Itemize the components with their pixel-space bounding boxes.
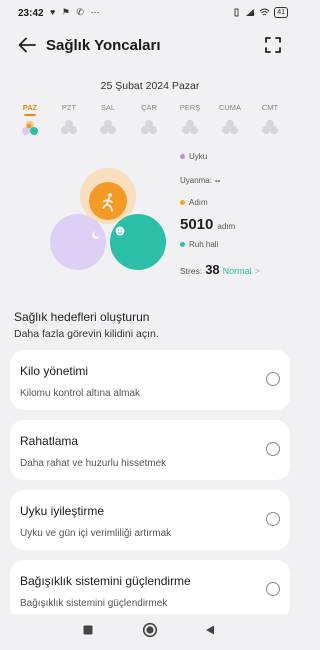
- goal-radio[interactable]: [266, 442, 280, 456]
- mood-petal: [110, 214, 166, 270]
- day-label: PAZ: [22, 103, 38, 112]
- day-thursday[interactable]: PERŞ: [172, 103, 208, 135]
- goal-desc: Uyku ve gün içi verimliliği artırmak: [20, 528, 172, 539]
- steps-count: 5010 adım: [180, 216, 235, 233]
- clover-mini-icon: [222, 120, 238, 134]
- system-nav-bar: [0, 614, 300, 650]
- health-clover-summary: Uyku Uyanma: -- Adım 5010 adım Ruh hali …: [0, 152, 300, 282]
- active-day-indicator: [24, 114, 36, 116]
- clover-mini-icon: [22, 121, 38, 135]
- goal-title: Bağışıklık sistemini güçlendirme: [20, 574, 191, 588]
- goal-title: Kilo yönetimi: [20, 364, 89, 378]
- goal-radio[interactable]: [266, 372, 280, 386]
- sleep-dot: [180, 154, 185, 159]
- app-bar: Sağlık Yoncaları: [0, 28, 300, 64]
- day-label: PERŞ: [179, 103, 201, 112]
- day-label: ÇAR: [141, 103, 157, 112]
- steps-value: 5010: [180, 216, 214, 233]
- steps-unit: adım: [217, 222, 236, 231]
- mood-legend: Ruh hali: [180, 240, 218, 249]
- goal-desc: Bağışıklık sistemini güçlendirmek: [20, 598, 168, 609]
- goals-subtitle: Daha fazla görevin kilidini açın.: [14, 328, 159, 340]
- steps-label: Adım: [189, 198, 208, 207]
- day-saturday[interactable]: CMT: [252, 103, 288, 135]
- vibrate-icon: [234, 8, 239, 17]
- goal-desc: Kilomu kontrol altına almak: [20, 388, 141, 399]
- smiley-icon: [115, 226, 125, 236]
- day-monday[interactable]: PZT: [51, 103, 87, 135]
- mood-label: Ruh hali: [189, 240, 219, 249]
- fullscreen-icon[interactable]: [262, 34, 284, 56]
- day-tuesday[interactable]: SAL: [90, 103, 126, 135]
- day-friday[interactable]: CUMA: [212, 103, 248, 135]
- status-bar: 23:42 ♥ ⚑ ✆ ⋯ 41: [0, 0, 300, 28]
- clover-mini-icon: [100, 120, 116, 134]
- clover-mini-icon: [61, 120, 77, 134]
- home-button[interactable]: [142, 622, 158, 638]
- mood-dot: [180, 242, 185, 247]
- day-sunday[interactable]: PAZ: [12, 103, 48, 136]
- goal-radio[interactable]: [266, 512, 280, 526]
- selected-date: 25 Şubat 2024 Pazar: [100, 80, 200, 92]
- system-icons: 41: [232, 7, 288, 18]
- wifi-icon: [259, 8, 270, 16]
- chevron-right-icon: >: [254, 266, 260, 276]
- goal-card-weight[interactable]: Kilo yönetimi Kilomu kontrol altına alma…: [10, 350, 290, 410]
- stress-row[interactable]: Stres: 38 Normal >: [180, 262, 260, 277]
- day-label: CMT: [261, 103, 279, 112]
- week-selector: PAZ PZT SAL ÇAR PERŞ CUMA CMT: [0, 103, 300, 145]
- goal-radio[interactable]: [266, 582, 280, 596]
- stress-value: 38: [205, 262, 220, 277]
- stress-status: Normal: [222, 266, 252, 276]
- clover-mini-icon: [182, 120, 198, 134]
- sleep-label: Uyku: [189, 152, 208, 161]
- goal-desc: Daha rahat ve huzurlu hissetmek: [20, 458, 167, 469]
- arrow-left-icon: [18, 37, 36, 53]
- back-nav-button[interactable]: [204, 624, 216, 636]
- signal-icon: [246, 9, 255, 16]
- steps-dot: [180, 200, 185, 205]
- day-label: CUMA: [218, 103, 242, 112]
- clover-mini-icon: [262, 120, 278, 134]
- page-title: Sağlık Yoncaları: [46, 37, 161, 54]
- stress-label: Stres:: [180, 266, 203, 276]
- wake-label: Uyanma:: [180, 176, 213, 185]
- notification-icons: ♥ ⚑ ✆ ⋯: [50, 7, 102, 17]
- battery-icon: 41: [274, 7, 288, 18]
- day-label: PZT: [61, 103, 77, 112]
- back-button[interactable]: [14, 32, 40, 58]
- goal-card-relax[interactable]: Rahatlama Daha rahat ve huzurlu hissetme…: [10, 420, 290, 480]
- steps-legend: Adım: [180, 198, 208, 207]
- day-wednesday[interactable]: ÇAR: [131, 103, 167, 135]
- recents-button[interactable]: [82, 624, 94, 636]
- clover-mini-icon: [141, 120, 157, 134]
- wake-row: Uyanma: --: [180, 176, 220, 185]
- goal-title: Uyku iyileştirme: [20, 504, 105, 518]
- sleep-legend: Uyku: [180, 152, 207, 161]
- status-time: 23:42: [18, 8, 44, 19]
- goals-title: Sağlık hedefleri oluşturun: [14, 310, 150, 324]
- goal-title: Rahatlama: [20, 434, 79, 448]
- wake-value: --: [215, 176, 221, 185]
- goal-card-immunity[interactable]: Bağışıklık sistemini güçlendirme Bağışık…: [10, 560, 290, 620]
- goal-card-sleep[interactable]: Uyku iyileştirme Uyku ve gün içi verimli…: [10, 490, 290, 550]
- day-label: SAL: [100, 103, 116, 112]
- sleep-petal: [50, 214, 106, 270]
